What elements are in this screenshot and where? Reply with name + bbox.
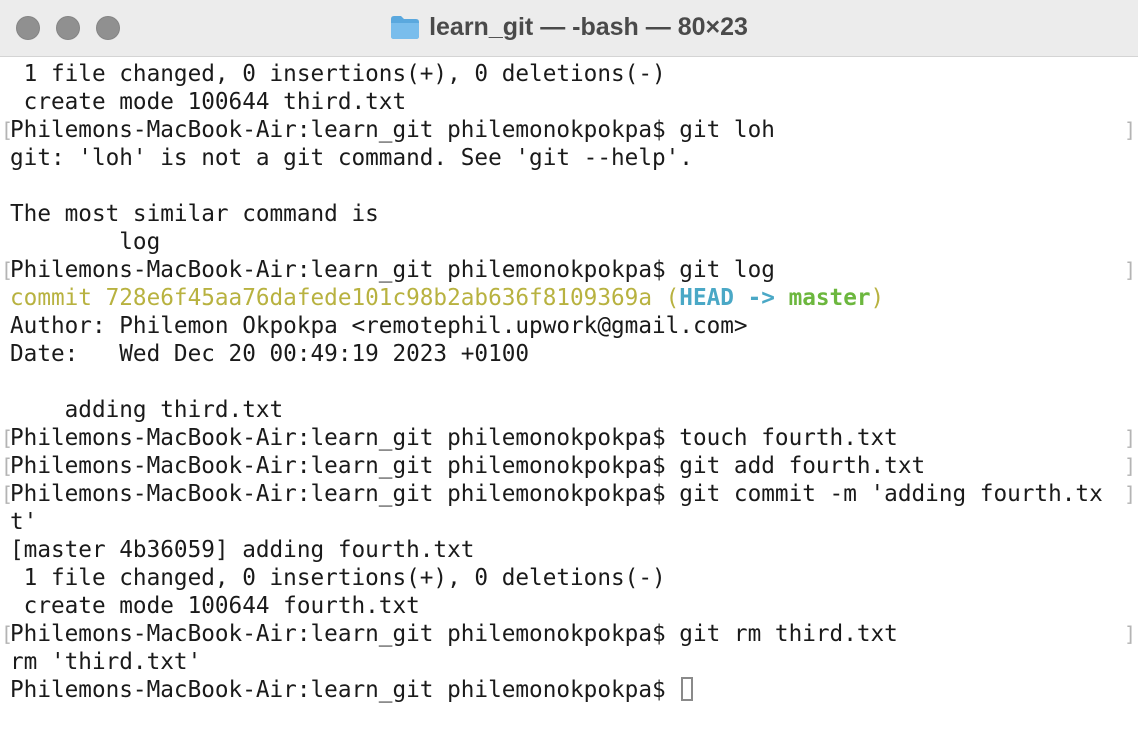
output-line: 1 file changed, 0 insertions(+), 0 delet… [10,61,666,87]
prompt-line: Philemons-MacBook-Air:learn_git philemon… [0,480,1138,508]
output-line: create mode 100644 third.txt [10,89,407,115]
ref-close: ) [870,285,885,311]
title-bar: learn_git — -bash — 80×23 [0,0,1138,57]
commit-hash: commit 728e6f45aa76dafede101c98b2ab636f8… [10,285,680,311]
folder-icon [391,16,420,39]
current-prompt-line[interactable]: Philemons-MacBook-Air:learn_git philemon… [0,676,1138,704]
output-line: log [10,229,161,255]
ref-head: HEAD [679,285,734,311]
output-line: git: 'loh' is not a git command. See 'gi… [10,145,693,171]
ref-branch: master [788,285,871,311]
prompt-line: Philemons-MacBook-Air:learn_git philemon… [0,620,1138,648]
window-title-text: learn_git — -bash — 80×23 [429,12,748,41]
prompt-line: Philemons-MacBook-Air:learn_git philemon… [0,256,1138,284]
output-line: Date: Wed Dec 20 00:49:19 2023 +0100 [10,341,530,367]
output-line: create mode 100644 fourth.txt [10,593,420,619]
output-line: The most similar command is [10,201,379,227]
prompt-line: Philemons-MacBook-Air:learn_git philemon… [0,424,1138,452]
ref-arrow: -> [733,285,789,311]
output-line: t' [10,509,38,535]
terminal-output[interactable]: 1 file changed, 0 insertions(+), 0 delet… [0,60,1138,732]
commit-line: commit 728e6f45aa76dafede101c98b2ab636f8… [0,284,1138,312]
prompt-line: Philemons-MacBook-Air:learn_git philemon… [0,116,1138,144]
output-line: 1 file changed, 0 insertions(+), 0 delet… [10,565,666,591]
output-line: adding third.txt [10,397,284,423]
output-line: Author: Philemon Okpokpa <remotephil.upw… [10,313,748,339]
text-cursor [681,677,694,701]
prompt-line: Philemons-MacBook-Air:learn_git philemon… [0,452,1138,480]
output-line: [master 4b36059] adding fourth.txt [10,537,475,563]
current-prompt: Philemons-MacBook-Air:learn_git philemon… [10,677,680,703]
output-line: rm 'third.txt' [10,649,202,675]
terminal-window: learn_git — -bash — 80×23 1 file changed… [0,0,1138,732]
window-title: learn_git — -bash — 80×23 [0,10,1138,44]
